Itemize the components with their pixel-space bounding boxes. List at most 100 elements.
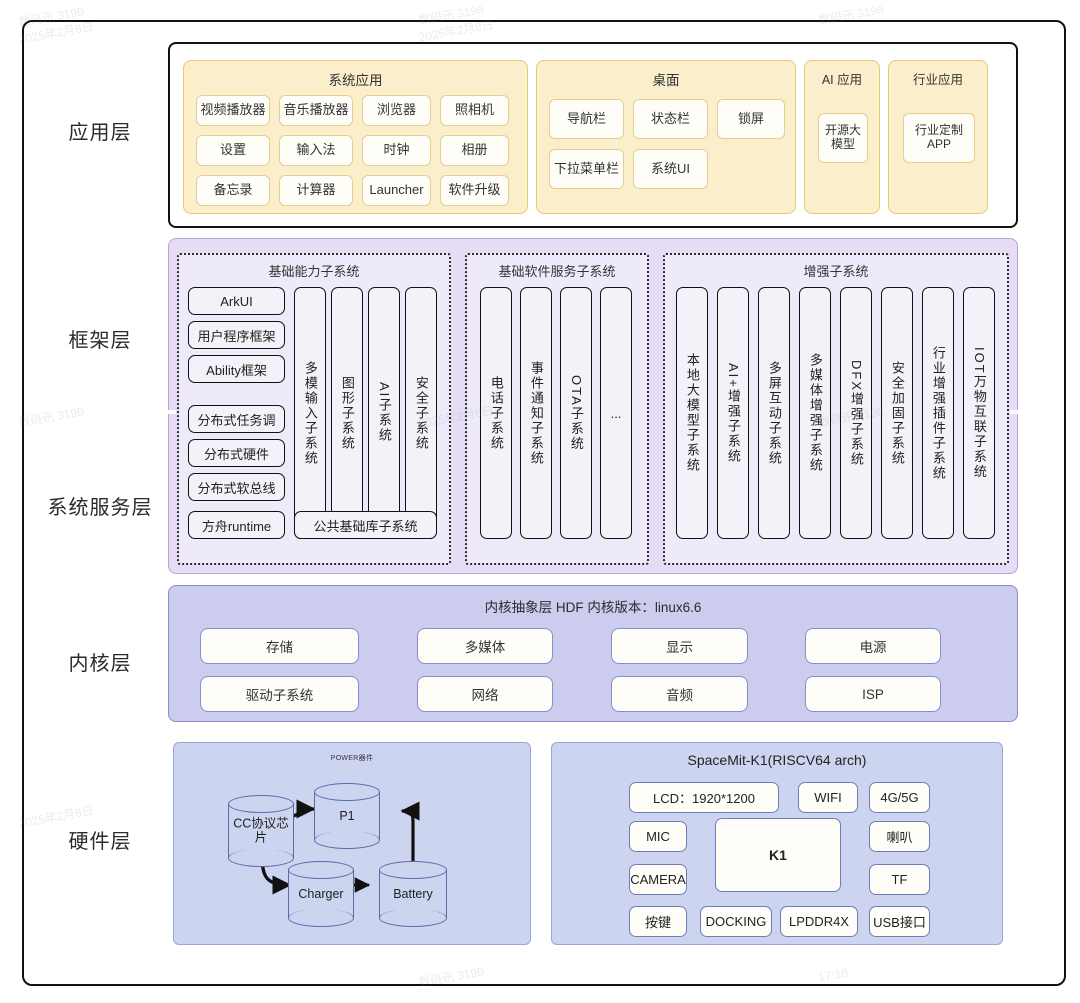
kernel-chip-power[interactable]: 电源 <box>805 628 941 664</box>
kernel-chip-storage[interactable]: 存储 <box>200 628 359 664</box>
fw-chip-ota-subsystem[interactable]: OTA子系统 <box>560 287 592 539</box>
cylinder-top <box>314 783 380 801</box>
subsystem-group-title-basic-capability: 基础能力子系统 <box>268 264 360 279</box>
layer-label-kernel: 内核层 <box>68 653 132 675</box>
fw-chip-industry-enhancement-plugin-subsystem[interactable]: 行业增强插件子系统 <box>922 287 954 539</box>
fw-chip-ai-plus-enhancement-subsystem[interactable]: AI+增强子系统 <box>717 287 749 539</box>
app-chip-industry-custom-app[interactable]: 行业定制APP <box>903 113 975 163</box>
app-chip-input-method[interactable]: 输入法 <box>279 135 353 166</box>
app-chip-system-ui[interactable]: 系统UI <box>633 149 708 189</box>
application-layer-panel: 系统应用 视频播放器 音乐播放器 浏览器 照相机 设置 输入法 时钟 相册 备忘… <box>168 42 1018 228</box>
app-chip-notes[interactable]: 备忘录 <box>196 175 270 206</box>
app-group-industry-apps: 行业应用 行业定制APP <box>888 60 988 214</box>
soc-title: SpaceMit-K1(RISCV64 arch) <box>687 752 867 768</box>
app-chip-camera[interactable]: 照相机 <box>440 95 509 126</box>
cylinder-bottom <box>379 909 447 927</box>
soc-chip-lpddr4x[interactable]: LPDDR4X <box>780 906 858 937</box>
fw-chip-security-hardening-subsystem[interactable]: 安全加固子系统 <box>881 287 913 539</box>
fw-chip-event-notification-subsystem[interactable]: 事件通知子系统 <box>520 287 552 539</box>
power-node-label-p1: P1 <box>339 808 355 823</box>
soc-chip-lcd[interactable]: LCD：1920*1200 <box>629 782 779 813</box>
cylinder-top <box>288 861 354 879</box>
soc-chip-mic[interactable]: MIC <box>629 821 687 852</box>
app-chip-open-source-llm[interactable]: 开源大模型 <box>818 113 868 163</box>
power-node-battery[interactable]: Battery <box>379 861 447 927</box>
fw-chip-ability-framework[interactable]: Ability框架 <box>188 355 285 383</box>
app-group-title-system-apps: 系统应用 <box>328 73 383 88</box>
fw-chip-local-llm-subsystem[interactable]: 本地大模型子系统 <box>676 287 708 539</box>
kernel-chip-driver-subsystem[interactable]: 驱动子系统 <box>200 676 359 712</box>
power-node-cc-chip[interactable]: CC协议芯片 <box>228 795 294 867</box>
app-chip-clock[interactable]: 时钟 <box>362 135 431 166</box>
power-node-label-charger: Charger <box>298 886 344 901</box>
subsystem-group-title-basic-software-service: 基础软件服务子系统 <box>498 264 616 279</box>
soc-chip-usb[interactable]: USB接口 <box>869 906 930 937</box>
subsystem-group-title-enhancement: 增强子系统 <box>803 264 869 279</box>
fw-chip-distributed-task-scheduling[interactable]: 分布式任务调 <box>188 405 285 433</box>
app-chip-status-bar[interactable]: 状态栏 <box>633 99 708 139</box>
kernel-chip-isp[interactable]: ISP <box>805 676 941 712</box>
app-chip-software-update[interactable]: 软件升级 <box>440 175 509 206</box>
fw-chip-common-base-library-subsystem[interactable]: 公共基础库子系统 <box>294 511 437 539</box>
fw-chip-graphics-subsystem[interactable]: 图形子系统 <box>331 287 363 539</box>
cylinder-bottom <box>314 831 380 849</box>
app-chip-browser[interactable]: 浏览器 <box>362 95 431 126</box>
app-group-system-apps: 系统应用 视频播放器 音乐播放器 浏览器 照相机 设置 输入法 时钟 相册 备忘… <box>183 60 528 214</box>
subsystem-group-basic-capability: 基础能力子系统 ArkUI 用户程序框架 Ability框架 分布式任务调 分布… <box>177 253 451 565</box>
layer-label-system-service: 系统服务层 <box>47 497 153 519</box>
app-chip-dropdown-menu-bar[interactable]: 下拉菜单栏 <box>549 149 624 189</box>
power-node-charger[interactable]: Charger <box>288 861 354 927</box>
power-node-p1[interactable]: P1 <box>314 783 380 849</box>
fw-chip-telephony-subsystem[interactable]: 电话子系统 <box>480 287 512 539</box>
app-group-title-ai-apps: AI 应用 <box>821 73 863 87</box>
fw-chip-security-subsystem[interactable]: 安全子系统 <box>405 287 437 539</box>
fw-chip-user-app-framework[interactable]: 用户程序框架 <box>188 321 285 349</box>
cylinder-top <box>379 861 447 879</box>
kernel-layer-panel: 内核抽象层 HDF 内核版本：linux6.6 存储 多媒体 显示 电源 驱动子… <box>168 585 1018 722</box>
layer-label-application: 应用层 <box>68 122 132 144</box>
soc-chip-camera[interactable]: CAMERA <box>629 864 687 895</box>
app-chip-navigation-bar[interactable]: 导航栏 <box>549 99 624 139</box>
kernel-chip-multimedia[interactable]: 多媒体 <box>417 628 553 664</box>
hardware-power-panel: POWER器件 CC协议芯片 P1 Charger Battery <box>173 742 531 945</box>
cylinder-bottom <box>228 849 294 867</box>
app-group-ai-apps: AI 应用 开源大模型 <box>804 60 880 214</box>
soc-chip-docking[interactable]: DOCKING <box>700 906 772 937</box>
app-chip-gallery[interactable]: 相册 <box>440 135 509 166</box>
soc-chip-k1[interactable]: K1 <box>715 818 841 892</box>
power-node-label-battery: Battery <box>393 886 433 901</box>
app-chip-lock-screen[interactable]: 锁屏 <box>717 99 785 139</box>
fw-chip-distributed-softbus[interactable]: 分布式软总线 <box>188 473 285 501</box>
fw-chip-multimedia-enhancement-subsystem[interactable]: 多媒体增强子系统 <box>799 287 831 539</box>
layer-label-framework: 框架层 <box>68 330 132 352</box>
fw-chip-distributed-hardware[interactable]: 分布式硬件 <box>188 439 285 467</box>
soc-chip-wifi[interactable]: WIFI <box>798 782 858 813</box>
cylinder-bottom <box>288 909 354 927</box>
fw-chip-iot-subsystem[interactable]: IOT万物互联子系统 <box>963 287 995 539</box>
app-chip-launcher[interactable]: Launcher <box>362 175 431 206</box>
fw-chip-dfx-enhancement-subsystem[interactable]: DFX增强子系统 <box>840 287 872 539</box>
app-chip-calculator[interactable]: 计算器 <box>279 175 353 206</box>
subsystem-group-enhancement: 增强子系统 本地大模型子系统 AI+增强子系统 多屏互动子系统 多媒体增强子系统… <box>663 253 1009 565</box>
app-group-desktop: 桌面 导航栏 状态栏 锁屏 下拉菜单栏 系统UI <box>536 60 796 214</box>
app-chip-music-player[interactable]: 音乐播放器 <box>279 95 353 126</box>
subsystem-group-basic-software-service: 基础软件服务子系统 电话子系统 事件通知子系统 OTA子系统 ... <box>465 253 649 565</box>
fw-chip-more-subsystems[interactable]: ... <box>600 287 632 539</box>
kernel-chip-audio[interactable]: 音频 <box>611 676 748 712</box>
soc-chip-tf[interactable]: TF <box>869 864 930 895</box>
soc-chip-4g5g[interactable]: 4G/5G <box>869 782 930 813</box>
layer-label-hardware: 硬件层 <box>68 831 132 853</box>
soc-chip-keys[interactable]: 按键 <box>629 906 687 937</box>
fw-chip-multiscreen-interaction-subsystem[interactable]: 多屏互动子系统 <box>758 287 790 539</box>
fw-chip-ai-subsystem[interactable]: AI子系统 <box>368 287 400 539</box>
app-group-title-desktop: 桌面 <box>652 73 680 88</box>
soc-chip-speaker[interactable]: 喇叭 <box>869 821 930 852</box>
kernel-chip-network[interactable]: 网络 <box>417 676 553 712</box>
app-chip-settings[interactable]: 设置 <box>196 135 270 166</box>
power-node-label-cc-chip: CC协议芯片 <box>233 816 289 845</box>
fw-chip-arkui[interactable]: ArkUI <box>188 287 285 315</box>
fw-chip-multimodal-input-subsystem[interactable]: 多模输入子系统 <box>294 287 326 539</box>
app-chip-video-player[interactable]: 视频播放器 <box>196 95 270 126</box>
fw-chip-ark-runtime[interactable]: 方舟runtime <box>188 511 285 539</box>
kernel-chip-display[interactable]: 显示 <box>611 628 748 664</box>
